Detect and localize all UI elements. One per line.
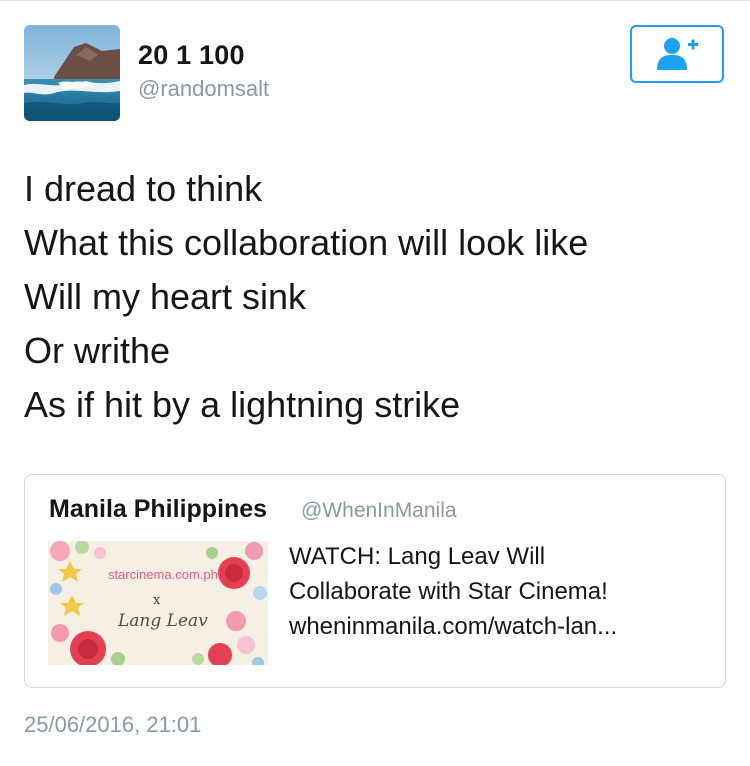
tweet-line: Will my heart sink <box>24 276 307 317</box>
thumbnail-separator: x <box>153 593 161 608</box>
follow-user-plus-icon <box>657 38 698 70</box>
link-title-line: WATCH: Lang Leav Will <box>289 543 546 570</box>
tweet-line: As if hit by a lightning strike <box>24 384 461 425</box>
tweet-line: What this collaboration will look like <box>24 222 589 263</box>
link-title-line: Collaborate with Star Cinema! <box>289 578 608 605</box>
link-url: wheninmanila.com/watch-lan... <box>289 613 618 640</box>
quoted-link-preview[interactable]: WATCH: Lang Leav Will Collaborate with S… <box>289 539 709 644</box>
user-handle[interactable]: @randomsalt <box>138 76 269 102</box>
avatar-image <box>24 25 120 121</box>
quoted-tweet-card[interactable]: Manila Philippines @WhenInManila starcin… <box>24 474 726 688</box>
tweet-line: I dread to think <box>24 168 263 209</box>
top-divider <box>0 0 750 1</box>
display-name[interactable]: 20 1 100 <box>138 40 245 71</box>
follow-button[interactable] <box>630 25 724 83</box>
quoted-thumbnail[interactable]: starcinema.com.ph x Lang Leav <box>48 541 268 665</box>
quoted-display-name: Manila Philippines <box>49 495 268 523</box>
thumbnail-author: Lang Leav <box>118 611 208 631</box>
tweet-text: I dread to think What this collaboration… <box>24 162 724 432</box>
quoted-handle: @WhenInManila <box>301 499 457 522</box>
user-avatar[interactable] <box>24 25 120 121</box>
thumbnail-brand-text: starcinema.com.ph <box>108 567 218 582</box>
tweet-line: Or writhe <box>24 330 171 371</box>
tweet-timestamp[interactable]: 25/06/2016, 21:01 <box>24 712 201 738</box>
